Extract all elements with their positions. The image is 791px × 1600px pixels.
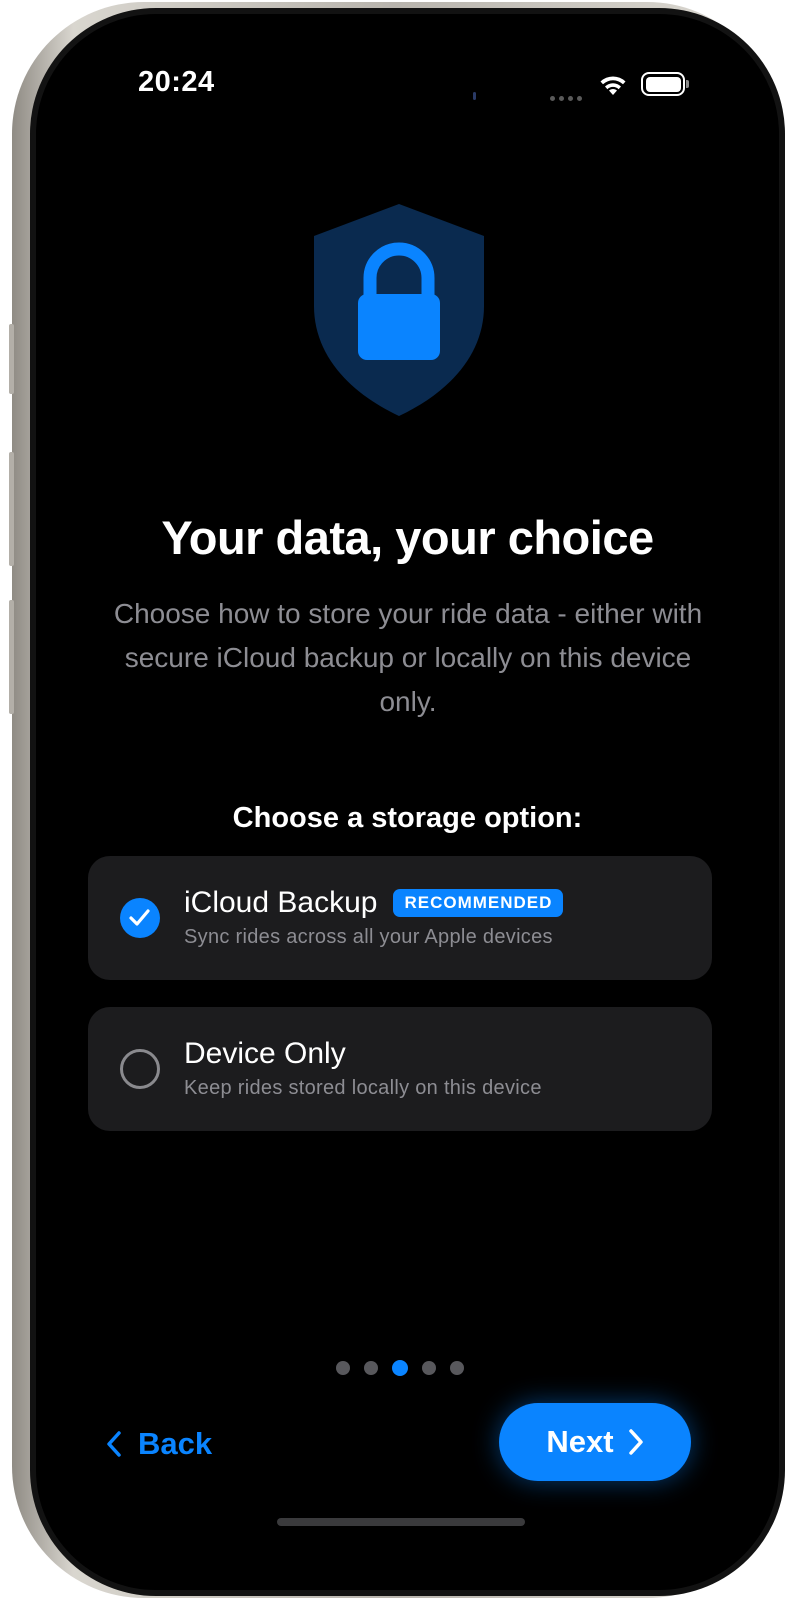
option-title: iCloud Backup [184,886,378,919]
storage-option-device-only[interactable]: Device Only Keep rides stored locally on… [88,1007,712,1131]
next-button[interactable]: Next [499,1403,691,1481]
page-title: Your data, your choice [161,511,654,564]
page-indicator [336,1360,464,1376]
page-subtitle: Choose how to store your ride data - eit… [113,598,703,717]
recommended-badge: RECOMMENDED [393,889,564,917]
wifi-icon [600,76,626,95]
screen: 20:24 Your data, your choice Choose how … [36,14,779,1590]
action-button [9,324,14,394]
page-dot [336,1361,350,1375]
page-dot-active [392,1360,408,1376]
home-indicator[interactable] [277,1518,525,1526]
option-description: Keep rides stored locally on this device [184,1077,542,1099]
storage-option-label: Choose a storage option: [232,802,583,834]
radio-unselected-icon[interactable] [120,1049,160,1089]
status-time: 20:24 [138,66,215,98]
dynamic-island-indicator [473,92,476,100]
radio-selected-icon[interactable] [120,898,160,938]
page-dot [364,1361,378,1375]
back-button[interactable]: Back [106,1422,212,1466]
volume-down-button [9,600,14,714]
chevron-left-icon [107,1431,121,1457]
chevron-right-icon [628,1429,643,1455]
back-label: Back [138,1426,213,1461]
next-label: Next [546,1424,614,1459]
volume-up-button [9,452,14,566]
cellular-signal-icon [550,96,582,101]
page-dot [450,1361,464,1375]
storage-option-icloud[interactable]: iCloud Backup RECOMMENDED Sync rides acr… [88,856,712,980]
page-dot [422,1361,436,1375]
battery-full-icon [641,72,689,96]
option-description: Sync rides across all your Apple devices [184,926,553,948]
shield-lock-icon [314,204,484,416]
option-title: Device Only [184,1037,346,1070]
